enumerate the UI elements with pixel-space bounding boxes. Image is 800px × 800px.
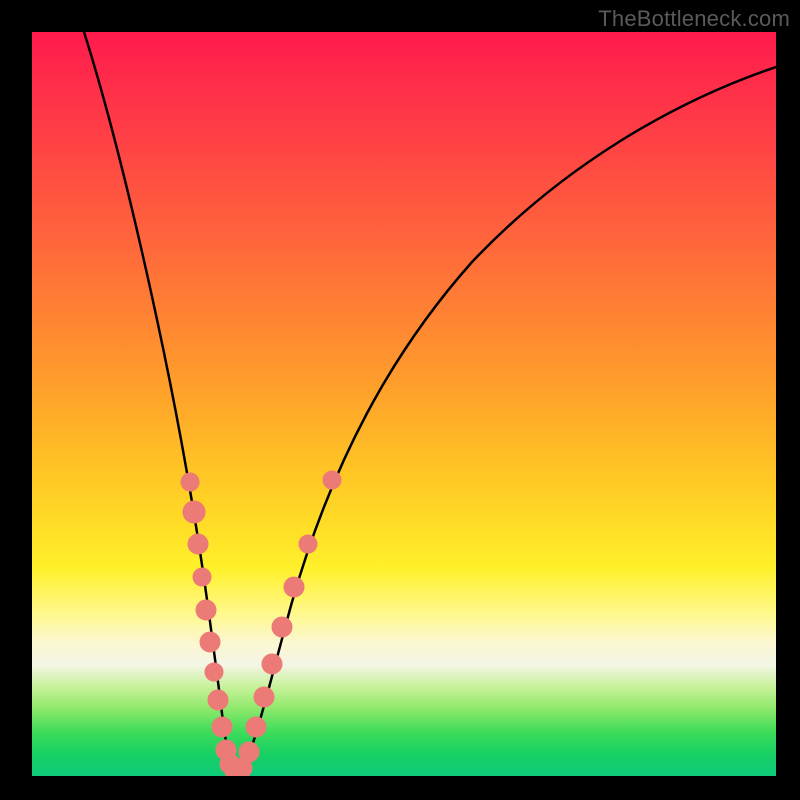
watermark-text: TheBottleneck.com [598,6,790,32]
chart-frame: TheBottleneck.com [0,0,800,800]
plot-area [32,32,776,776]
bottleneck-curve [84,32,776,772]
curve-layer [32,32,776,776]
curve-markers [181,471,341,776]
